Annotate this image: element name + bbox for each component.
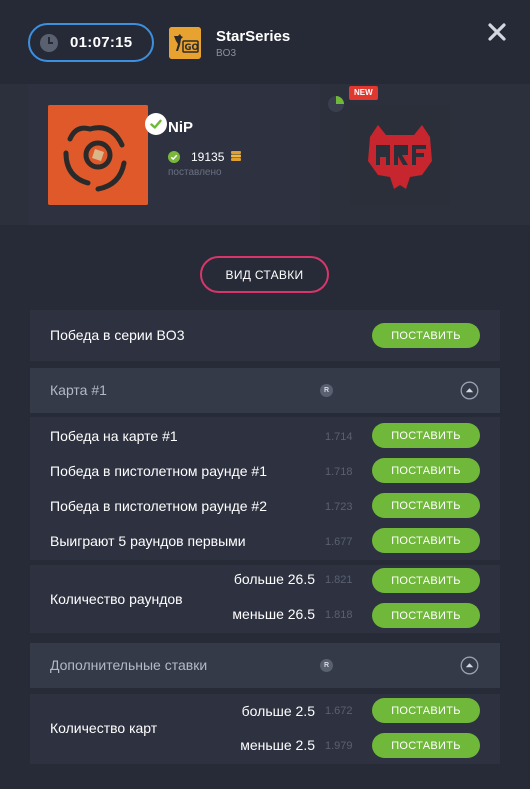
over-label: больше 2.5	[241, 703, 315, 719]
series-bet-label: Победа в серии BO3	[50, 327, 185, 343]
odds-value: 1.821	[325, 574, 353, 586]
match-format: BO3	[216, 48, 237, 59]
chevron-up-icon[interactable]	[460, 656, 479, 675]
maps-count-group: Количество карт больше 2.5 1.672 ПОСТАВИ…	[30, 694, 500, 764]
r-badge-icon: R	[320, 384, 333, 397]
place-bet-button[interactable]: ПОСТАВИТЬ	[372, 568, 480, 593]
place-bet-button[interactable]: ПОСТАВИТЬ	[372, 323, 480, 348]
check-circle-icon	[168, 151, 180, 163]
bet-amount: 19135	[191, 150, 225, 164]
team1-card[interactable]: NiP 19135 поставлено NEW	[28, 84, 378, 225]
place-bet-button[interactable]: ПОСТАВИТЬ	[372, 493, 480, 518]
map1-bets-list: Победа на карте #1 1.714 ПОСТАВИТЬ Побед…	[30, 417, 500, 560]
under-label: меньше 2.5	[240, 737, 315, 753]
match-timer: 01:07:15	[28, 23, 154, 62]
place-bet-button[interactable]: ПОСТАВИТЬ	[372, 528, 480, 553]
section-title: Дополнительные ставки	[50, 657, 208, 673]
hellraisers-logo[interactable]	[350, 105, 450, 205]
clock-icon	[40, 33, 58, 52]
rounds-count-label: Количество раундов	[50, 591, 183, 607]
progress-pie-icon	[326, 94, 346, 114]
extra-bets-section-header[interactable]: Дополнительные ставки R	[30, 643, 500, 688]
selected-check-icon	[145, 113, 167, 135]
odds-value: 1.818	[325, 609, 353, 621]
place-bet-button[interactable]: ПОСТАВИТЬ	[372, 698, 480, 723]
place-bet-button[interactable]: ПОСТАВИТЬ	[372, 603, 480, 628]
coins-icon	[230, 150, 242, 162]
odds-value: 1.714	[325, 431, 353, 443]
nip-logo	[48, 105, 148, 205]
odds-value: 1.677	[325, 536, 353, 548]
section-title: Карта #1	[50, 382, 107, 398]
map1-section-header[interactable]: Карта #1 R	[30, 368, 500, 413]
over-label: больше 26.5	[233, 571, 315, 587]
bet-label: Победа в пистолетном раунде #2	[50, 498, 267, 514]
odds-value: 1.672	[325, 705, 353, 717]
svg-text:GO: GO	[185, 43, 199, 53]
under-label: меньше 26.5	[232, 606, 315, 622]
bet-placed-label: поставлено	[168, 167, 222, 178]
timer-value: 01:07:15	[70, 34, 133, 51]
chevron-up-icon[interactable]	[460, 381, 479, 400]
teams-section: NiP 19135 поставлено NEW	[0, 84, 530, 225]
bet-label: Выиграют 5 раундов первыми	[50, 533, 246, 549]
rounds-count-group: Количество раундов больше 26.5 1.821 ПОС…	[30, 565, 500, 633]
team1-name: NiP	[168, 119, 194, 136]
close-icon[interactable]	[486, 21, 508, 43]
series-bet-row: Победа в серии BO3 ПОСТАВИТЬ	[30, 310, 500, 361]
new-badge: NEW	[349, 86, 378, 100]
r-badge-icon: R	[320, 659, 333, 672]
maps-count-label: Количество карт	[50, 720, 158, 736]
bet-label: Победа на карте #1	[50, 428, 178, 444]
bet-type-button[interactable]: ВИД СТАВКИ	[200, 256, 329, 293]
tournament-name: StarSeries	[216, 28, 291, 45]
place-bet-button[interactable]: ПОСТАВИТЬ	[372, 458, 480, 483]
odds-value: 1.723	[325, 501, 353, 513]
place-bet-button[interactable]: ПОСТАВИТЬ	[372, 423, 480, 448]
match-header: 01:07:15 GO StarSeries BO3	[0, 0, 530, 84]
csgo-logo-icon: GO	[169, 27, 201, 59]
odds-value: 1.979	[325, 740, 353, 752]
bet-label: Победа в пистолетном раунде #1	[50, 463, 267, 479]
odds-value: 1.718	[325, 466, 353, 478]
place-bet-button[interactable]: ПОСТАВИТЬ	[372, 733, 480, 758]
